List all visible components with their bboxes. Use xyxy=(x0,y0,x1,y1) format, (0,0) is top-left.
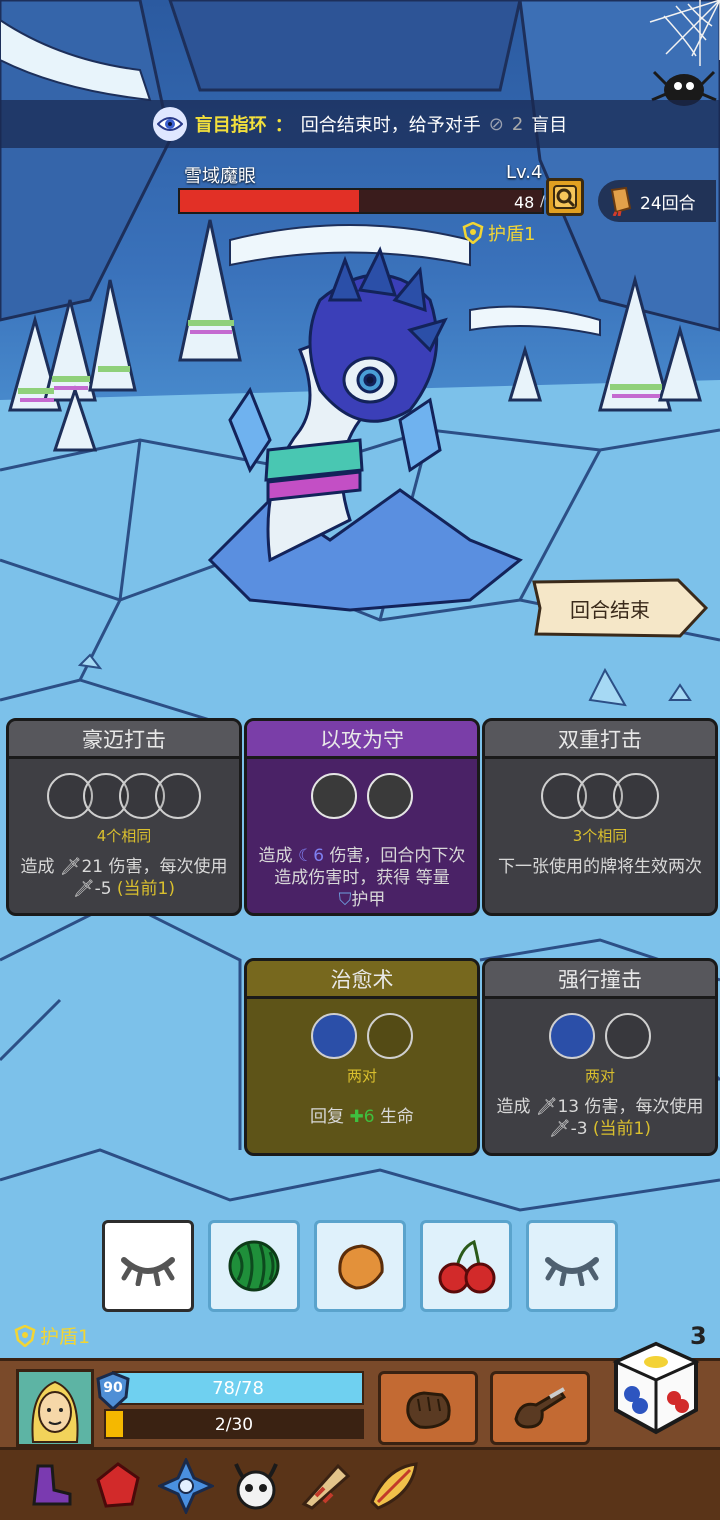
shield-icon xyxy=(14,1324,36,1347)
enemy-hp-value: 48 xyxy=(514,193,535,212)
horn-icon[interactable] xyxy=(298,1458,354,1514)
die-watermelon[interactable] xyxy=(208,1220,300,1312)
moon-icon: ☾ xyxy=(297,846,314,866)
blue-snowflake-icon[interactable] xyxy=(158,1458,214,1514)
enemy-intent-icon[interactable] xyxy=(546,178,584,216)
eye-icon xyxy=(152,107,187,141)
closed-eye-icon xyxy=(545,1257,599,1286)
dice-slot-filled xyxy=(367,773,413,819)
bread-icon xyxy=(338,1244,384,1290)
closed-eye-icon xyxy=(121,1257,175,1286)
dice-slots xyxy=(493,1013,707,1061)
dice-slots xyxy=(255,773,469,821)
player-hp-text: 78/78 xyxy=(212,1378,264,1399)
player-xp-text: 2/30 xyxy=(214,1415,254,1435)
relic-bar xyxy=(0,1450,720,1520)
dice-slot xyxy=(367,1013,413,1059)
card-title: 强行撞击 xyxy=(485,961,715,999)
sword-icon: 🗡 xyxy=(535,1097,558,1117)
card-title: 双重打击 xyxy=(485,721,715,759)
dice-icon xyxy=(612,1341,700,1435)
status-description: 回合结束时，给予对手 xyxy=(300,115,481,136)
roll-dice-button[interactable] xyxy=(610,1340,702,1436)
die-closed-eye[interactable] xyxy=(102,1220,194,1312)
card-heroic-strike[interactable]: 豪迈打击 4个相同 造成 🗡21 伤害，每次使用 🗡-5 (当前1) xyxy=(6,718,242,916)
card-description: 造成 🗡21 伤害，每次使用 🗡-5 (当前1) xyxy=(20,857,228,899)
turn-counter: 24回合 xyxy=(598,180,716,222)
ability-fist-button[interactable] xyxy=(378,1371,478,1445)
card-title: 治愈术 xyxy=(247,961,477,999)
card-title: 以攻为守 xyxy=(247,721,477,759)
horned-skull-icon[interactable] xyxy=(228,1458,284,1514)
dice-slot xyxy=(605,1013,651,1059)
card-forceful-ram[interactable]: 强行撞击 两对 造成 🗡13 伤害，每次使用 🗡-3 (当前1) xyxy=(482,958,718,1156)
shield-icon xyxy=(462,222,484,244)
blind-label: 盲目 xyxy=(531,115,568,136)
blind-icon: ⊘ xyxy=(488,113,504,135)
card-condition: 两对 xyxy=(346,1067,377,1085)
dice-slot-filled xyxy=(549,1013,595,1059)
ability-shovel-button[interactable] xyxy=(490,1371,590,1445)
fist-icon xyxy=(406,1391,451,1429)
dice-slots xyxy=(255,1013,469,1061)
red-gem-icon[interactable] xyxy=(90,1458,146,1514)
heal-icon: ✚ xyxy=(349,1107,364,1127)
dice-slots xyxy=(493,773,707,821)
shovel-icon xyxy=(514,1387,567,1429)
card-double-strike[interactable]: 双重打击 3个相同 下一张使用的牌将生效两次 xyxy=(482,718,718,916)
player-shield: 护盾1 xyxy=(14,1322,90,1349)
card-condition: 两对 xyxy=(584,1067,615,1085)
dice-slot xyxy=(613,773,659,819)
enemy-shield: 护盾1 xyxy=(462,220,535,246)
card-condition: 4个相同 xyxy=(96,827,152,845)
sword-icon: 🗡 xyxy=(59,857,82,877)
card-description: 造成 ☾6 伤害，回合内下次造成伤害时，获得 等量 ⛉护甲 xyxy=(258,846,466,910)
sword-icon: 🗡 xyxy=(72,879,95,899)
end-turn-label: 回合结束 xyxy=(570,597,650,622)
player-xp-bar: 2/30 xyxy=(104,1409,364,1439)
feather-scroll-icon[interactable] xyxy=(366,1458,422,1514)
relic-name: 盲目指环 xyxy=(194,115,267,136)
enemy-level: Lv.4 xyxy=(506,162,543,183)
card-title: 豪迈打击 xyxy=(9,721,239,759)
boot-icon[interactable] xyxy=(22,1458,78,1514)
status-separator: ： xyxy=(274,115,293,136)
die-bread[interactable] xyxy=(314,1220,406,1312)
end-turn-button[interactable]: 回合结束 xyxy=(530,576,708,640)
dice-slot-filled xyxy=(311,773,357,819)
sword-icon: 🗡 xyxy=(548,1119,571,1139)
card-description: 回复 ✚6 生命 xyxy=(310,1107,414,1127)
die-closed-eye[interactable] xyxy=(526,1220,618,1312)
dice-slot-filled xyxy=(311,1013,357,1059)
enemy-name: 雪域魔眼 xyxy=(184,166,256,187)
player-hp-bar: 78/78 xyxy=(112,1371,364,1405)
player-shield-text: 护盾1 xyxy=(40,1326,91,1348)
scroll-icon xyxy=(610,186,632,216)
armor-value: 90 xyxy=(103,1380,123,1396)
enemy-hp-bar: 48 /97 xyxy=(178,188,563,214)
card-condition: 3个相同 xyxy=(572,827,628,845)
armor-badge: 90 xyxy=(96,1371,130,1412)
status-effect-banner: 盲目指环 ： 回合结束时，给予对手 ⊘ 2 盲目 xyxy=(0,100,720,148)
spider-web-decoration xyxy=(649,0,720,106)
die-cherry[interactable] xyxy=(420,1220,512,1312)
watermelon-icon xyxy=(228,1240,280,1292)
player-avatar[interactable] xyxy=(16,1369,94,1447)
enemy-shield-text: 护盾1 xyxy=(488,224,536,245)
dice-slots xyxy=(17,773,231,821)
armor-icon: ⛉ xyxy=(338,890,352,910)
card-description: 造成 🗡13 伤害，每次使用 🗡-3 (当前1) xyxy=(496,1097,704,1139)
turn-counter-text: 24回合 xyxy=(640,193,696,214)
cherry-icon xyxy=(438,1239,496,1294)
dice-slot xyxy=(155,773,201,819)
card-offense-as-defense[interactable]: 以攻为守 造成 ☾6 伤害，回合内下次造成伤害时，获得 等量 ⛉护甲 xyxy=(244,718,480,916)
card-description: 下一张使用的牌将生效两次 xyxy=(498,857,702,877)
enemy-hp-fill xyxy=(180,190,360,212)
blind-amount: 2 xyxy=(511,113,524,135)
card-healing[interactable]: 治愈术 两对 回复 ✚6 生命 xyxy=(244,958,480,1156)
